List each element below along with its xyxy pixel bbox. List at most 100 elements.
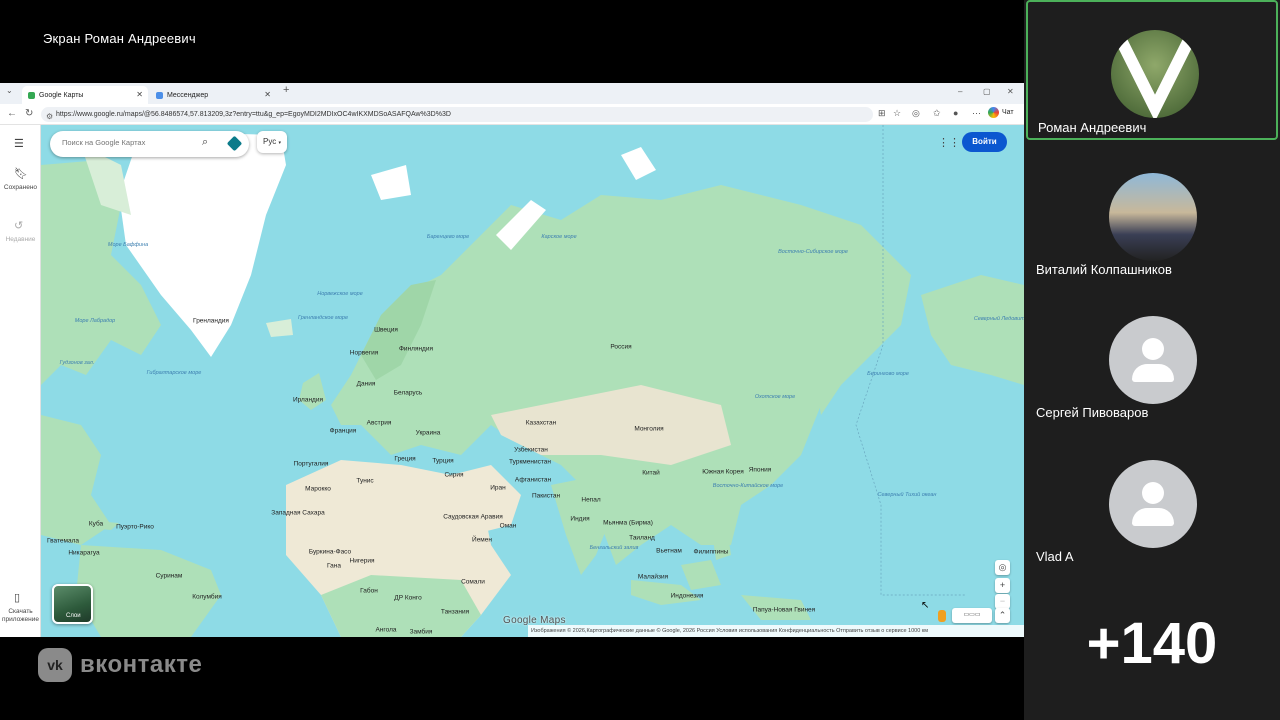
screen-share-area: Экран Роман Андреевич ⌄ Google Карты ✕ М…	[0, 0, 1024, 720]
close-tab-icon[interactable]: ✕	[264, 90, 271, 99]
map-country-label: Австрия	[366, 419, 392, 427]
more-participants-count[interactable]: +140	[1024, 610, 1280, 677]
map-country-label: Суринам	[155, 572, 183, 580]
layers-button[interactable]: Слои	[52, 584, 93, 624]
saved-label[interactable]: Сохранено	[0, 184, 41, 192]
maps-search-input[interactable]	[62, 138, 192, 147]
map-country-label: Китай	[642, 469, 660, 477]
map-sea-label: Гренландское море	[297, 315, 349, 321]
participant-tile[interactable]: Виталий Колпашников	[1026, 145, 1278, 285]
close-window-icon[interactable]: ✕	[1007, 87, 1014, 96]
reload-icon[interactable]: ↻	[25, 108, 33, 119]
south-america-landmass	[76, 545, 221, 637]
map-sea-label: Северный Ледовитый океан	[973, 316, 1024, 322]
map-land-shapes	[41, 125, 1024, 637]
map-country-label: Украина	[415, 429, 441, 437]
bookmark-star-icon[interactable]: ☆	[893, 108, 901, 119]
chat-label: Чат	[1002, 109, 1014, 116]
map-sea-label: Море Баффина	[107, 242, 149, 248]
map-sea-label: Море Лабрадор	[74, 318, 116, 324]
map-country-label: Южная Корея	[702, 468, 744, 476]
avatar	[1109, 460, 1197, 548]
map-country-label: Оман	[499, 522, 517, 530]
vk-logo-icon: vk	[38, 648, 72, 682]
map-country-label: Сомали	[461, 578, 485, 586]
map-country-label: Индия	[570, 515, 590, 523]
recent-label[interactable]: Недавние	[0, 236, 41, 244]
map-sea-label: Бенгальский залив	[589, 545, 639, 551]
map-country-label: Вьетнам	[656, 547, 682, 555]
map-sea-label: Восточно-Сибирское море	[778, 249, 848, 255]
my-location-icon[interactable]: ◎	[995, 560, 1010, 575]
menu-icon[interactable]: ☰	[14, 137, 24, 150]
download-app-label[interactable]: Скачать приложение	[0, 608, 41, 624]
pegman-icon[interactable]	[938, 610, 946, 622]
map-country-label: Буркина-Фасо	[308, 548, 352, 556]
map-sea-label: Норвежское море	[317, 291, 363, 297]
new-tab-icon[interactable]: +	[283, 84, 289, 96]
participant-tile[interactable]: Роман Андреевич	[1026, 0, 1278, 140]
map-country-label: Монголия	[634, 425, 664, 433]
language-button[interactable]: Рус ▾	[257, 131, 287, 153]
map-sea-label: Баренцево море	[426, 234, 470, 240]
map-country-label: Индонезия	[670, 592, 704, 600]
install-app-icon[interactable]: ⊞	[878, 108, 886, 119]
search-icon[interactable]: ⌕	[202, 136, 208, 149]
map-country-label: Греция	[394, 455, 416, 463]
map-sea-label: Гудзонов зал.	[59, 360, 95, 366]
map-country-label: Куба	[88, 520, 104, 528]
map-country-label: Непал	[581, 496, 601, 504]
map-country-label: Гватемала	[46, 537, 80, 545]
favorites-icon[interactable]: ✩	[933, 108, 941, 119]
alaska-landmass	[921, 275, 1024, 385]
map-country-label: ДР Конго	[394, 594, 422, 602]
minimize-icon[interactable]: –	[958, 87, 962, 96]
british-isles	[299, 373, 326, 410]
close-tab-icon[interactable]: ✕	[136, 90, 143, 99]
map-country-label: Папуа-Новая Гвинея	[752, 606, 816, 614]
map-country-label: Норвегия	[349, 349, 379, 357]
screen-share-title: Экран Роман Андреевич	[43, 31, 196, 46]
vk-brand-text: вконтакте	[80, 651, 203, 678]
zoom-out-button[interactable]: −	[995, 594, 1010, 609]
map-canvas[interactable]: Гренландия Россия Казахстан Монголия Китай Шв…	[41, 125, 1024, 637]
url-text: https://www.google.ru/maps/@56.8486574,5…	[56, 111, 451, 118]
recent-icon[interactable]: ↺	[14, 219, 23, 232]
expand-icon[interactable]: ⌃	[995, 608, 1010, 623]
extension-icon[interactable]: ◎	[912, 108, 920, 119]
chat-button[interactable]: Чат	[988, 107, 1014, 118]
saved-icon[interactable]: 🔖︎	[14, 167, 28, 180]
messenger-favicon-icon	[156, 91, 163, 99]
map-country-label: Тунис	[356, 477, 374, 485]
back-icon[interactable]: ←	[7, 108, 17, 119]
tab-google-maps[interactable]: Google Карты ✕	[22, 86, 148, 104]
map-country-label: Габон	[360, 587, 378, 595]
maps-search-box[interactable]: ⌕	[50, 131, 249, 157]
map-country-label: Западная Сахара	[271, 509, 325, 517]
zoom-in-button[interactable]: +	[995, 578, 1010, 593]
imagery-strip[interactable]: ▭▭▭	[952, 608, 992, 623]
site-info-icon[interactable]: ⚙	[46, 109, 53, 122]
tab-messenger[interactable]: Мессенджер ✕	[150, 86, 276, 104]
participant-name: Виталий Колпашников	[1036, 262, 1172, 277]
person-placeholder-icon	[1142, 338, 1164, 360]
svalbard-island	[371, 165, 411, 200]
participant-tile[interactable]: Vlad A	[1026, 433, 1278, 573]
chevron-down-icon: ▾	[278, 140, 281, 146]
phone-icon[interactable]: ▯	[14, 591, 20, 604]
map-country-label: Узбекистан	[514, 446, 548, 454]
more-menu-icon[interactable]: ⋯	[972, 108, 981, 119]
map-sea-label: Карское море	[541, 234, 577, 240]
participant-name: Vlad A	[1036, 549, 1074, 564]
person-body-shape	[1132, 364, 1174, 382]
url-field[interactable]: ⚙ https://www.google.ru/maps/@56.8486574…	[41, 107, 873, 122]
maps-sidebar: ☰ 🔖︎ Сохранено ↺ Недавние ▯ Скачать прил…	[0, 125, 41, 637]
map-country-label: Таиланд	[629, 534, 655, 542]
tab-list-icon[interactable]: ⌄	[6, 86, 13, 95]
maximize-icon[interactable]: ▢	[983, 87, 991, 96]
participant-tile[interactable]: Сергей Пивоваров	[1026, 289, 1278, 429]
profile-icon[interactable]: ●	[953, 108, 958, 118]
login-button[interactable]: Войти	[962, 132, 1007, 152]
directions-icon[interactable]	[226, 135, 243, 152]
map-country-label: Йемен	[472, 536, 492, 544]
